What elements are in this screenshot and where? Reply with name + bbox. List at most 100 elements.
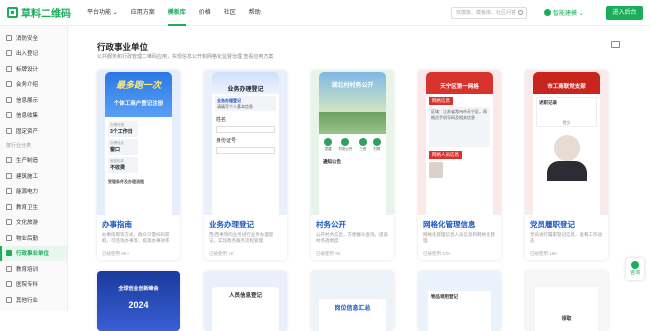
sidebar-item-label: 信息展示 <box>16 97 39 104</box>
collect-icon <box>6 112 12 119</box>
template-card-business[interactable]: 业务办理登记 业务办理登记 请填写个人基本信息 姓名 身份证号 业务办理登记 西/… <box>204 70 287 260</box>
smart-model-button[interactable]: 智能建模 ⌄ <box>544 8 584 17</box>
card-preview: 湖北村村务公开 党建 村务公开 三资 村规 通知公告 <box>311 70 394 215</box>
preview-head: 天宁区第一网格 <box>426 72 493 94</box>
nav-item-features[interactable]: 平台功能 ⌄ <box>87 0 118 26</box>
sidebar-item-meeting[interactable]: 会务介绍 <box>0 77 67 93</box>
template-card-receive[interactable]: 领取 <box>525 271 608 331</box>
medical-icon <box>6 203 12 210</box>
sidebar-item-label: 出入登记 <box>16 51 39 58</box>
government-icon <box>6 250 12 257</box>
card-preview: 人员信息登记 <box>204 271 287 331</box>
banner-text: 最多跑一次 <box>115 80 161 90</box>
template-card-person-info[interactable]: 人员信息登记 <box>204 271 287 331</box>
preview-head: 市工商联党支部 <box>533 72 600 94</box>
nav-item-pricing[interactable]: 价格 <box>199 0 211 26</box>
login-icon <box>6 50 12 57</box>
sidebar-item-fixed-assets[interactable]: 固定资产 <box>0 123 67 139</box>
sidebar-item-label: 文化旅游 <box>16 220 39 227</box>
sidebar-item-training[interactable]: 教育培训 <box>0 261 67 277</box>
icon-label: 村规 <box>373 147 381 151</box>
info-key: 办理地点 <box>110 141 124 145</box>
phone-mockup: 湖北村村务公开 党建 村务公开 三资 村规 通知公告 <box>319 72 386 215</box>
template-card-grid[interactable]: 天宁区第一网格 网格信息 区域：江苏省常州市天宁区，网格员手机号码及相关信息 网… <box>418 70 501 260</box>
search-icon[interactable] <box>518 10 523 15</box>
sidebar-group-label: 按行业分类 <box>6 142 32 149</box>
sidebar-item-other[interactable]: 其他行业 <box>0 292 67 308</box>
sidebar-item-sign-design[interactable]: 标牌设计 <box>0 61 67 77</box>
avatar <box>429 162 443 178</box>
consult-label: 咨询 <box>629 270 640 276</box>
card-preview: 最多跑一次 个体工商户登记注册 办理时限 3个工作日 办理地点 窗口 收费标准 不收费… <box>97 70 180 215</box>
nav-item-help[interactable]: 帮助 <box>249 0 261 26</box>
travel-icon <box>6 219 12 226</box>
info-key: 办理时限 <box>110 123 124 127</box>
sidebar-item-fire-safety[interactable]: 消防安全 <box>0 30 67 46</box>
card-title: 网格化管理信息 <box>423 220 476 229</box>
card-usage: 已被使用 17K <box>423 251 451 256</box>
nav-item-solutions[interactable]: 应用方案 <box>131 0 155 26</box>
notice-icon <box>341 138 350 146</box>
sidebar-item-label: 固定资产 <box>16 128 39 135</box>
search-input[interactable]: 找模板、模板库、社区问答 <box>451 7 527 19</box>
nav-item-templates[interactable]: 模板库 <box>167 0 186 26</box>
main-content: 行政事业单位 公共服务和行政管理二维码应用，实现信息公开和网格化监督治理 查看应… <box>68 26 650 331</box>
sidebar-item-energy[interactable]: 能源电力 <box>0 184 67 200</box>
qr-logo-icon <box>7 7 18 18</box>
section-label: 网格人员信息 <box>429 151 462 159</box>
card-usage: 已被使用 16K <box>530 251 558 256</box>
sidebar-item-info-collect[interactable]: 信息收集 <box>0 108 67 124</box>
icon-label: 党建 <box>324 147 332 151</box>
sidebar-item-property[interactable]: 物业后勤 <box>0 230 67 246</box>
icon-row: 党建 村务公开 三资 村规 <box>319 134 386 156</box>
enter-dashboard-button[interactable]: 进入后台 <box>606 6 643 20</box>
sidebar-item-info-display[interactable]: 信息展示 <box>0 92 67 108</box>
sidebar-item-culture-travel[interactable]: 文化旅游 <box>0 215 67 231</box>
consult-button[interactable]: 咨询 <box>626 258 644 280</box>
sidebar-item-education-health[interactable]: 教育卫生 <box>0 199 67 215</box>
template-card-village[interactable]: 湖北村村务公开 党建 村务公开 三资 村规 通知公告 村务公开 公开村务信息，方… <box>311 70 394 260</box>
sidebar-item-label: 建筑施工 <box>16 173 39 180</box>
sidebar-item-label: 其他行业 <box>16 297 39 304</box>
sidebar-item-label: 教育卫生 <box>16 204 39 211</box>
display-icon <box>6 96 12 103</box>
top-navigation-bar: 草料二维码 平台功能 ⌄ 应用方案 模板库 价格 社区 帮助 找模板、模板库、社… <box>0 0 650 26</box>
card-preview: 市工商联党支部 述职记录 提交 <box>525 70 608 215</box>
nav-item-community[interactable]: 社区 <box>224 0 236 26</box>
template-card-summit[interactable]: 全球创业创新峰会 2024 <box>97 271 180 331</box>
sidebar-item-label: 能源电力 <box>16 189 39 196</box>
grid-info-text: 区域：江苏省常州市天宁区，网格员手机号码及相关信息 <box>429 107 490 147</box>
share-icon[interactable] <box>611 41 620 48</box>
field-label: 姓名 <box>216 117 227 123</box>
template-card-post-info[interactable]: 岗位信息汇总 <box>311 271 394 331</box>
lightning-icon <box>6 188 12 195</box>
card-preview: 岗位信息汇总 <box>311 271 394 331</box>
record-block: 述职记录 提交 <box>536 97 597 127</box>
card-preview: 领取 <box>525 271 608 331</box>
asset-icon <box>6 127 12 134</box>
name-input[interactable] <box>216 126 275 133</box>
card-preview: 天宁区第一网格 网格信息 区域：江苏省常州市天宁区，网格员手机号码及相关信息 网… <box>418 70 501 215</box>
sign-icon <box>6 65 12 72</box>
card-description: 网格化管理信息人员信息和网格化管理 <box>423 232 495 243</box>
card-usage: 已被使用 5K+ <box>102 251 130 256</box>
sidebar-item-government[interactable]: 行政事业单位 <box>0 245 67 261</box>
template-card-guide[interactable]: 最多跑一次 个体工商户登记注册 办理时限 3个工作日 办理地点 窗口 收费标准 不收费… <box>97 70 180 260</box>
info-value: 窗口 <box>110 147 121 153</box>
preview-head: 湖北村村务公开 <box>319 72 386 112</box>
sidebar-item-hospital[interactable]: 医院专科 <box>0 277 67 293</box>
template-card-items[interactable]: 物品领用登记 <box>418 271 501 331</box>
page-title: 行政事业单位 <box>97 42 149 52</box>
info-value: 3个工作日 <box>110 129 133 135</box>
brand-logo[interactable]: 草料二维码 <box>7 5 81 20</box>
card-preview: 全球创业创新峰会 2024 <box>97 271 180 331</box>
asset-icon <box>358 138 367 146</box>
sidebar-item-manufacturing[interactable]: 生产制造 <box>0 153 67 169</box>
banner-sub: 个体工商户登记注册 <box>113 101 164 107</box>
sidebar-item-construction[interactable]: 建筑施工 <box>0 168 67 184</box>
submit-button[interactable]: 提交 <box>539 120 594 126</box>
icon-label: 三资 <box>359 147 367 151</box>
template-card-party[interactable]: 市工商联党支部 述职记录 提交 党员履职登记 党员进行履职登记信息，查看工作动态… <box>525 70 608 260</box>
id-input[interactable] <box>216 147 275 154</box>
sidebar-item-checkin[interactable]: 出入登记 <box>0 46 67 62</box>
